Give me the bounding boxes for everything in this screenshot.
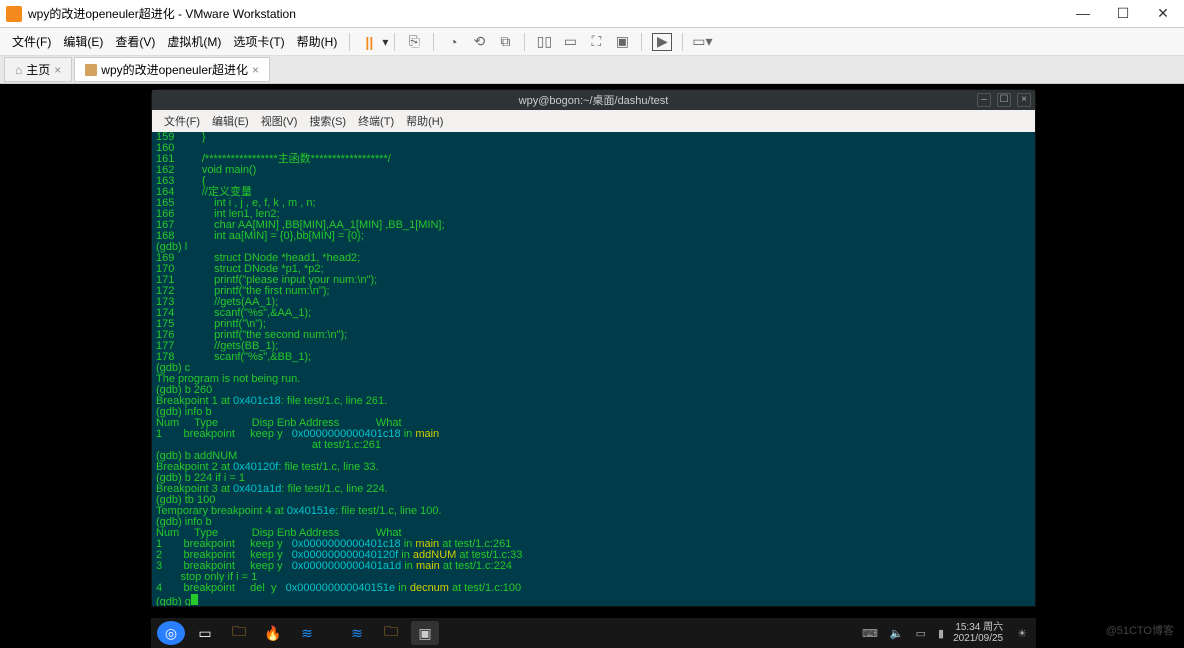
close-tab-icon[interactable]: ×	[252, 63, 259, 77]
guest-display[interactable]: wpy@bogon:~/桌面/dashu/test – ☐ × 文件(F) 编辑…	[0, 84, 1184, 648]
guest-taskbar: ◎ ▭ 🗀 🔥 ≋ ≋ 🗀 ▣ ⌨ 🔈 ▭ ▮ 15:34 周六 2021/09…	[151, 618, 1036, 648]
menu-edit[interactable]: 编辑(E)	[57, 29, 109, 54]
minimize-button[interactable]: —	[1068, 5, 1098, 22]
menu-help[interactable]: 帮助(H)	[291, 29, 344, 54]
gmenu-search[interactable]: 搜索(S)	[303, 111, 352, 131]
vscode-icon[interactable]: ≋	[293, 621, 321, 645]
menu-tabs[interactable]: 选项卡(T)	[227, 29, 290, 54]
tab-home-label: 主页	[26, 61, 50, 78]
guest-menubar: 文件(F) 编辑(E) 视图(V) 搜索(S) 终端(T) 帮助(H)	[152, 110, 1035, 132]
watermark: @51CTO博客	[1106, 622, 1174, 638]
console-icon[interactable]: ▶	[652, 33, 672, 51]
vmware-logo-icon	[6, 6, 22, 22]
fullscreen-icon[interactable]: ⛶	[587, 33, 605, 51]
nautilus-icon[interactable]: 🗀	[225, 621, 253, 645]
guest-window-title: wpy@bogon:~/桌面/dashu/test	[519, 92, 669, 108]
gmenu-file[interactable]: 文件(F)	[158, 111, 206, 131]
network-icon[interactable]: ▭	[916, 627, 926, 640]
menu-vm[interactable]: 虚拟机(M)	[161, 29, 227, 54]
home-icon: ⌂	[15, 63, 22, 77]
keyboard-icon[interactable]: ⌨	[862, 627, 878, 640]
guest-close-button[interactable]: ×	[1017, 93, 1031, 107]
close-button[interactable]: ✕	[1148, 5, 1178, 22]
tab-home[interactable]: ⌂ 主页 ×	[4, 57, 72, 82]
terminal-running-icon[interactable]: ▣	[411, 621, 439, 645]
menu-file[interactable]: 文件(F)	[6, 29, 57, 54]
unity-icon[interactable]: ▣	[613, 33, 631, 51]
gmenu-help[interactable]: 帮助(H)	[400, 111, 449, 131]
pause-icon[interactable]: ||	[360, 33, 378, 51]
tab-vm-label: wpy的改进openeuler超进化	[101, 61, 248, 78]
view-icon[interactable]: ▭▾	[693, 33, 711, 51]
layout-icon-2[interactable]: ▭	[561, 33, 579, 51]
files-icon[interactable]: ▭	[191, 621, 219, 645]
window-title: wpy的改进openeuler超进化 - VMware Workstation	[28, 5, 1068, 22]
volume-icon[interactable]: 🔈	[890, 627, 904, 640]
battery-icon[interactable]: ▮	[938, 627, 944, 640]
files-running-icon[interactable]: 🗀	[377, 621, 405, 645]
guest-minimize-button[interactable]: –	[977, 93, 991, 107]
gmenu-edit[interactable]: 编辑(E)	[206, 111, 255, 131]
titlebar: wpy的改进openeuler超进化 - VMware Workstation …	[0, 0, 1184, 28]
close-tab-icon[interactable]: ×	[54, 63, 61, 77]
power-icon[interactable]: ☀	[1017, 627, 1027, 640]
guest-titlebar: wpy@bogon:~/桌面/dashu/test – ☐ ×	[152, 90, 1035, 110]
activities-icon[interactable]: ◎	[157, 621, 185, 645]
terminal-output[interactable]: 159 }160 161 /*****************主函数******…	[152, 132, 1035, 606]
gmenu-view[interactable]: 视图(V)	[255, 111, 304, 131]
firefox-icon[interactable]: 🔥	[259, 621, 287, 645]
vm-tab-icon	[85, 64, 97, 76]
send-input-icon[interactable]: ⎘	[405, 33, 423, 51]
vscode-running-icon[interactable]: ≋	[343, 621, 371, 645]
layout-icon-1[interactable]: ▯▯	[535, 33, 553, 51]
tabbar: ⌂ 主页 × wpy的改进openeuler超进化 ×	[0, 56, 1184, 84]
snapshot-manager-icon[interactable]: ⧉	[496, 33, 514, 51]
gnome-terminal-window[interactable]: wpy@bogon:~/桌面/dashu/test – ☐ × 文件(F) 编辑…	[151, 89, 1036, 607]
menubar: 文件(F) 编辑(E) 查看(V) 虚拟机(M) 选项卡(T) 帮助(H) ||…	[0, 28, 1184, 56]
menu-view[interactable]: 查看(V)	[109, 29, 161, 54]
guest-maximize-button[interactable]: ☐	[997, 93, 1011, 107]
revert-icon[interactable]: ⟲	[470, 33, 488, 51]
maximize-button[interactable]: ☐	[1108, 5, 1138, 22]
snapshot-icon[interactable]: ◔	[444, 33, 462, 51]
gmenu-terminal[interactable]: 终端(T)	[352, 111, 400, 131]
clock[interactable]: 15:34 周六 2021/09/25	[953, 622, 1003, 644]
tab-vm[interactable]: wpy的改进openeuler超进化 ×	[74, 57, 270, 82]
